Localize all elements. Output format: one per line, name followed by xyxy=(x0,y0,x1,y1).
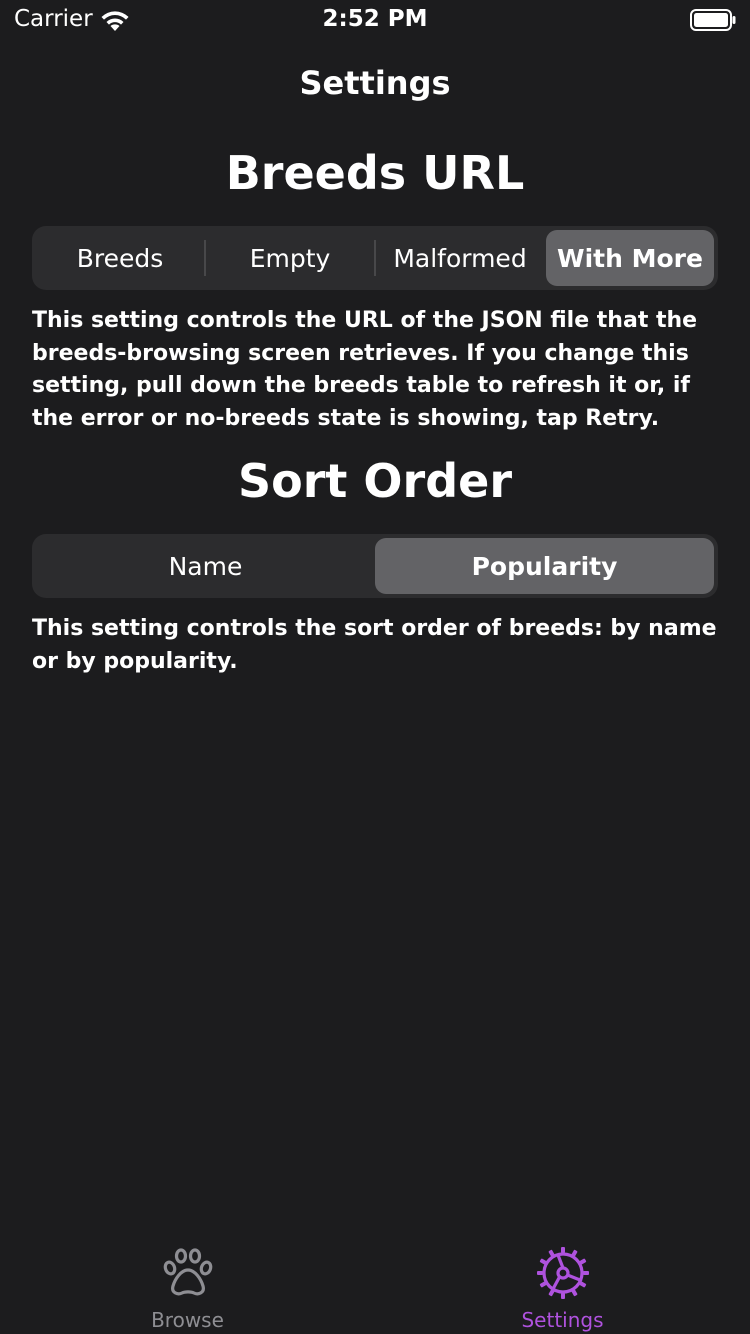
segment-name[interactable]: Name xyxy=(36,538,375,594)
page-title: Settings xyxy=(299,64,451,102)
settings-screen: Carrier 2:52 PM Settings Breeds URL Bree… xyxy=(0,0,750,1334)
breeds-url-segmented-control: Breeds Empty Malformed With More xyxy=(32,226,718,290)
battery-icon xyxy=(690,9,736,31)
sort-order-description: This setting controls the sort order of … xyxy=(32,616,717,674)
tab-settings[interactable]: Settings xyxy=(375,1236,750,1334)
breeds-url-heading: Breeds URL xyxy=(225,146,525,200)
tab-settings-label: Settings xyxy=(521,1308,604,1332)
tab-browse[interactable]: Browse xyxy=(0,1236,375,1334)
segment-with-more[interactable]: With More xyxy=(546,230,714,286)
segment-breeds[interactable]: Breeds xyxy=(36,230,204,286)
breeds-url-description: This setting controls the URL of the JSO… xyxy=(32,308,698,431)
clock: 2:52 PM xyxy=(322,6,428,32)
settings-gear-icon xyxy=(537,1247,589,1299)
segment-empty[interactable]: Empty xyxy=(206,230,374,286)
status-bar: Carrier 2:52 PM xyxy=(0,0,750,40)
tab-browse-label: Browse xyxy=(151,1308,224,1332)
paw-icon xyxy=(163,1248,213,1296)
sort-order-heading: Sort Order xyxy=(237,454,513,508)
tab-bar: Browse Settings xyxy=(0,1236,750,1334)
segment-popularity[interactable]: Popularity xyxy=(375,538,714,594)
segment-malformed[interactable]: Malformed xyxy=(376,230,544,286)
sort-order-segmented-control: Name Popularity xyxy=(32,534,718,598)
